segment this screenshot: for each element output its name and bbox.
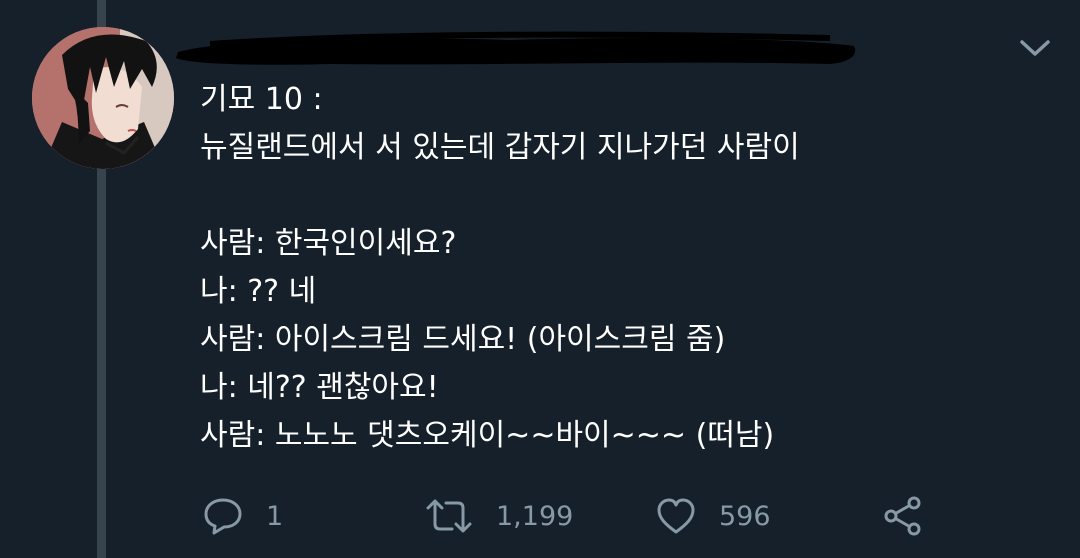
tweet-text: 기묘 10 : 뉴질랜드에서 서 있는데 갑자기 지나가던 사람이 사람: 한국… [200, 76, 1060, 460]
tweet-line: 나: ?? 네 [200, 274, 317, 309]
tweet-actions: 1 1,199 596 [0, 488, 1080, 544]
like-count: 596 [719, 500, 771, 532]
reply-count: 1 [266, 500, 284, 532]
tweet-line: 사람: 아이스크림 드세요! (아이스크림 줌) [200, 322, 726, 357]
share-button[interactable] [882, 488, 924, 544]
tweet-line: 뉴질랜드에서 서 있는데 갑자기 지나가던 사람이 [200, 130, 800, 165]
retweet-button[interactable]: 1,199 [424, 488, 573, 544]
tweet-line: 사람: 노노노 댓츠오케이~~바이~~~ (떠남) [200, 418, 775, 453]
tweet-line: 사람: 한국인이세요? [200, 226, 457, 261]
share-icon [882, 495, 924, 537]
tweet-line: 나: 네?? 괜찮아요! [200, 370, 439, 405]
tweet-line: 기묘 10 : [200, 82, 323, 117]
retweet-count: 1,199 [496, 500, 574, 532]
heart-icon [655, 496, 697, 536]
chevron-down-icon[interactable] [1016, 34, 1054, 62]
redacted-username [170, 30, 860, 68]
avatar[interactable] [32, 27, 174, 169]
reply-icon [202, 496, 244, 536]
reply-button[interactable]: 1 [202, 488, 283, 544]
retweet-icon [424, 496, 474, 536]
like-button[interactable]: 596 [655, 488, 771, 544]
